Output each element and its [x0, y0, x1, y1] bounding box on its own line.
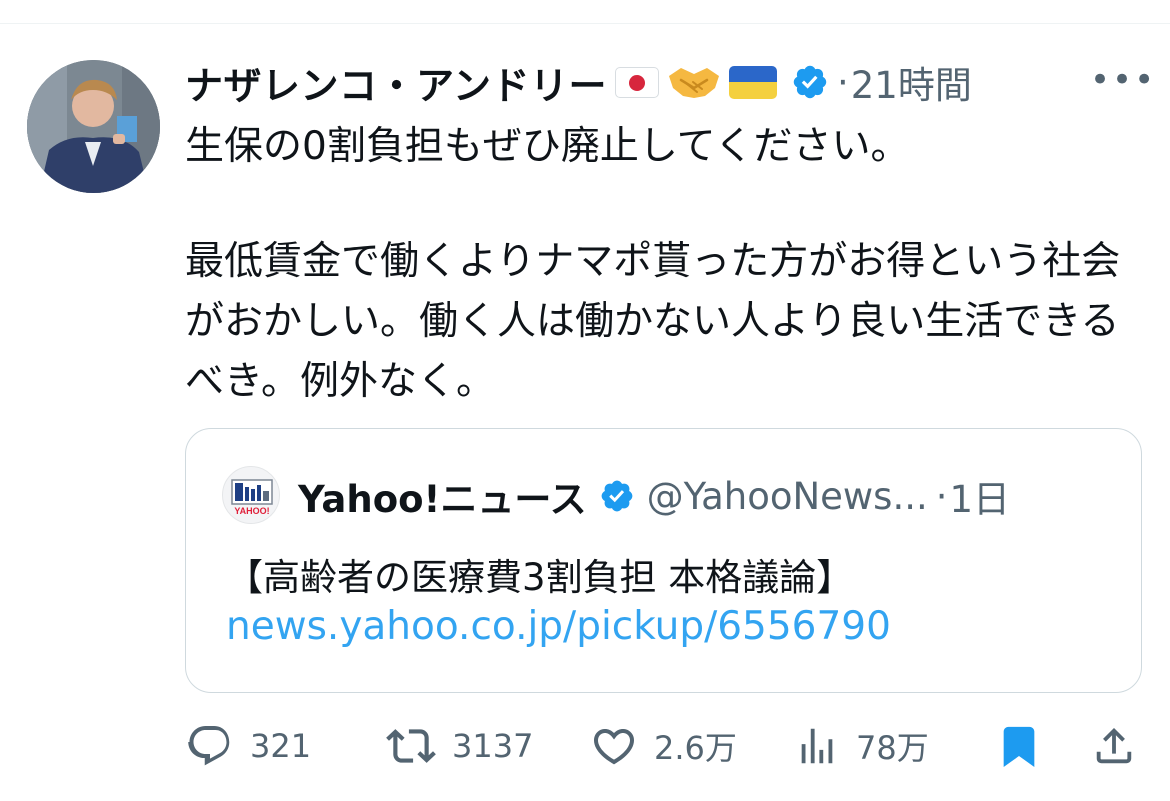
like-button[interactable]: 2.6万 [590, 718, 737, 774]
retweet-count: 3137 [452, 727, 534, 765]
verified-icon [793, 65, 827, 99]
reply-count: 321 [250, 727, 312, 765]
views-icon [801, 728, 833, 764]
quoted-handle[interactable]: @YahooNews... [647, 475, 928, 518]
more-icon[interactable]: ••• [1090, 58, 1154, 102]
views-count: 78万 [856, 729, 929, 767]
retweet-button[interactable]: 3137 [386, 718, 533, 774]
share-button[interactable] [1091, 718, 1137, 774]
quoted-tweet-link[interactable]: news.yahoo.co.jp/pickup/6556790 [226, 604, 891, 649]
tweet-time[interactable]: 21時間 [851, 55, 972, 109]
display-name[interactable]: ナザレンコ・アンドリー [185, 55, 607, 110]
verified-icon [601, 480, 632, 512]
tweet-text: 生保の0割負担もぜひ廃止してください。 最低賃金で働くよりナマポ貰った方がお得と… [185, 117, 1135, 412]
ukraine-flag-icon [728, 65, 777, 99]
quoted-tweet-text: 【高齢者の医療費3割負担 本格議論】 [226, 556, 854, 599]
bookmark-icon [1003, 726, 1035, 767]
share-icon [1096, 727, 1132, 764]
quoted-tweet-card[interactable]: YAHOO! Yahoo!ニュース @YahooNews... · 1日 【高齢… [185, 428, 1142, 693]
tweet-header: ナザレンコ・アンドリー · 21時間 [185, 54, 972, 110]
action-bar: 321 3137 2.6万 78万 [186, 718, 1146, 774]
reply-icon [188, 726, 230, 766]
separator-dot: · [935, 474, 948, 518]
handshake-icon [668, 68, 719, 98]
tweet-paragraph: 最低賃金で働くよりナマポ貰った方がお得という社会がおかしい。働く人は働かない人よ… [185, 239, 1121, 404]
bookmark-button[interactable] [996, 718, 1042, 774]
like-icon [593, 729, 635, 765]
top-divider [0, 23, 1170, 24]
like-count: 2.6万 [654, 729, 737, 767]
separator-dot: · [836, 60, 849, 104]
logo-text: YAHOO! [234, 506, 269, 516]
quoted-display-name[interactable]: Yahoo!ニュース [298, 469, 587, 523]
yahoo-news-logo[interactable]: YAHOO! [222, 466, 280, 524]
avatar[interactable] [27, 60, 160, 193]
retweet-icon [386, 729, 436, 763]
japan-flag-icon [614, 66, 659, 98]
quoted-tweet-header: Yahoo!ニュース @YahooNews... · 1日 [298, 469, 1010, 523]
tweet-paragraph: 生保の0割負担もぜひ廃止してください。 [185, 124, 910, 169]
views-button[interactable]: 78万 [794, 718, 929, 774]
quoted-time[interactable]: 1日 [950, 469, 1011, 523]
reply-button[interactable]: 321 [186, 718, 311, 774]
